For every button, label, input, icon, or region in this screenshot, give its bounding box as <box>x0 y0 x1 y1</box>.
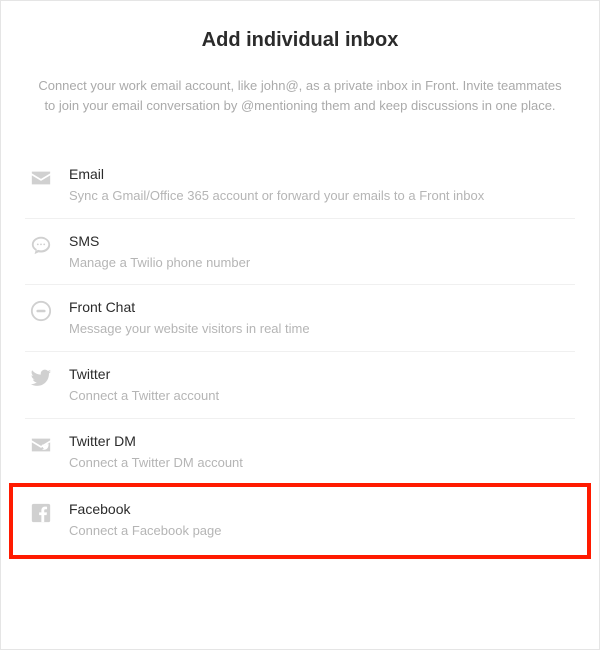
page-description: Connect your work email account, like jo… <box>25 76 575 116</box>
channel-sub: Sync a Gmail/Office 365 account or forwa… <box>69 188 571 204</box>
channel-label: Twitter DM <box>69 433 571 449</box>
sms-icon <box>29 233 53 257</box>
facebook-icon <box>29 501 53 525</box>
channel-sub: Connect a Facebook page <box>69 523 571 539</box>
channel-front-chat[interactable]: Front Chat Message your website visitors… <box>25 285 575 352</box>
page-title: Add individual inbox <box>25 29 575 52</box>
channel-label: Email <box>69 166 571 182</box>
channel-facebook[interactable]: Facebook Connect a Facebook page <box>11 485 589 557</box>
channel-list: Email Sync a Gmail/Office 365 account or… <box>25 152 575 557</box>
channel-sub: Connect a Twitter account <box>69 388 571 404</box>
channel-label: Front Chat <box>69 299 571 315</box>
twitter-dm-icon <box>29 433 53 457</box>
channel-label: Twitter <box>69 366 571 382</box>
front-chat-icon <box>29 299 53 323</box>
channel-twitter-dm[interactable]: Twitter DM Connect a Twitter DM account <box>25 419 575 486</box>
channel-sub: Message your website visitors in real ti… <box>69 321 571 337</box>
channel-sms[interactable]: SMS Manage a Twilio phone number <box>25 219 575 286</box>
twitter-icon <box>29 366 53 390</box>
channel-sub: Manage a Twilio phone number <box>69 255 571 271</box>
channel-sub: Connect a Twitter DM account <box>69 455 571 471</box>
channel-label: SMS <box>69 233 571 249</box>
channel-email[interactable]: Email Sync a Gmail/Office 365 account or… <box>25 152 575 219</box>
channel-twitter[interactable]: Twitter Connect a Twitter account <box>25 352 575 419</box>
channel-label: Facebook <box>69 501 571 517</box>
email-icon <box>29 166 53 190</box>
